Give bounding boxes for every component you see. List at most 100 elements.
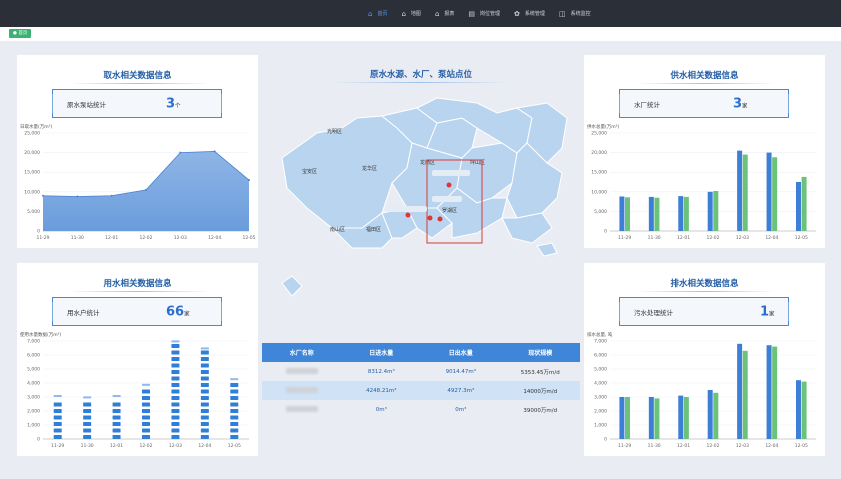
bar[interactable] — [683, 397, 689, 439]
district-map[interactable]: 光明区 宝安区 龙华区 龙岗区 坪山区 南山区 福田区 罗湖区 — [262, 88, 580, 338]
bar-segment — [171, 428, 180, 433]
bar-segment — [200, 415, 209, 420]
table-row[interactable]: 8312.4m³ 9014.47m³ 5353.45万m/d — [262, 362, 580, 381]
nav-item-report[interactable]: ⌂ 报表 — [435, 10, 454, 18]
nav-item-post[interactable]: ▤ 岗位管理 — [468, 10, 500, 18]
x-tick-label: 11-29 — [618, 235, 631, 241]
bar-segment — [83, 402, 92, 407]
bar[interactable] — [766, 345, 772, 439]
drain-title: 排水相关数据信息 — [670, 279, 739, 289]
bar[interactable] — [619, 196, 625, 231]
bar-segment — [230, 389, 239, 394]
bar-cap[interactable] — [230, 378, 239, 381]
bar[interactable] — [707, 390, 713, 439]
bar[interactable] — [678, 196, 684, 231]
bar-cap[interactable] — [112, 395, 121, 397]
tab-bar: ● 首页 — [0, 27, 841, 41]
drain-stat-box: 污水处理统计 1家 — [619, 297, 789, 326]
map-title: 原水水源、水厂、泵站点位 — [369, 70, 472, 80]
district-label: 福田区 — [366, 226, 381, 233]
table-row[interactable]: 0m³ 0m³ 39000万m/d — [262, 400, 580, 419]
bar[interactable] — [737, 150, 743, 231]
bar-cap[interactable] — [171, 340, 180, 343]
data-point[interactable] — [179, 151, 182, 154]
bar[interactable] — [737, 343, 743, 439]
nav-item-home[interactable]: ⌂ 首页 — [368, 10, 387, 18]
bar[interactable] — [801, 176, 807, 231]
x-tick-label: 12-03 — [174, 235, 187, 241]
bar[interactable] — [654, 398, 660, 439]
intake-chart: 0 5,000 10,000 15,000 20,000 25,000 11-29 11-30… — [24, 131, 255, 242]
y-tick-label: 15,000 — [24, 170, 40, 176]
tab-home[interactable]: ● 首页 — [9, 29, 32, 38]
site-marker[interactable] — [405, 212, 411, 218]
plant-name — [262, 367, 342, 376]
bar-segment — [142, 428, 150, 433]
bar-segment — [200, 357, 209, 361]
bar[interactable] — [801, 381, 807, 439]
bar[interactable] — [654, 197, 660, 231]
bar[interactable] — [742, 350, 748, 439]
bar[interactable] — [772, 346, 778, 439]
map-icon: ⌂ — [401, 9, 406, 18]
bar[interactable] — [625, 397, 631, 439]
bar[interactable] — [795, 380, 801, 439]
map-district-coast[interactable] — [501, 212, 553, 244]
site-marker[interactable] — [427, 215, 433, 221]
bar[interactable] — [766, 152, 772, 231]
bar-cap[interactable] — [83, 396, 92, 399]
data-point[interactable] — [145, 188, 147, 191]
table-row[interactable]: 4248.21m³ 4927.3m³ 14000万m/d — [262, 381, 580, 400]
data-point[interactable] — [248, 179, 250, 182]
x-tick-label: 12-02 — [139, 235, 152, 241]
bar-cap[interactable] — [142, 383, 150, 386]
bar-segment — [200, 389, 209, 394]
y-tick-label: 4,000 — [594, 381, 607, 387]
bar-segment — [230, 415, 239, 420]
bar-segment — [142, 402, 150, 407]
data-point[interactable] — [76, 195, 79, 198]
x-tick-label: 12-03 — [736, 443, 749, 449]
scale-cell: 39000万m/d — [523, 407, 558, 414]
nav-item-system[interactable]: ✿ 系统管理 — [514, 10, 545, 18]
redacted-name — [285, 386, 318, 393]
bar[interactable] — [713, 191, 719, 231]
main-nav: ⌂ 首页 ⌂ 地图 ⌂ 报表 ▤ 岗位管理 ✿ 系统管理 ◫ 系统监控 — [368, 0, 605, 27]
data-point[interactable] — [110, 194, 113, 197]
bar[interactable] — [795, 182, 801, 231]
map-island — [536, 242, 558, 257]
x-tick-label: 12-04 — [208, 235, 221, 241]
bar[interactable] — [678, 395, 684, 439]
drain-stat-value: 1家 — [760, 304, 775, 319]
bar[interactable] — [742, 154, 748, 231]
bar-segment — [53, 409, 62, 413]
data-point[interactable] — [213, 150, 216, 153]
site-marker[interactable] — [437, 216, 443, 222]
site-marker[interactable] — [446, 182, 452, 188]
bar-cap[interactable] — [53, 395, 62, 397]
y-tick-label: 3,000 — [594, 395, 607, 401]
bar-segment — [112, 435, 121, 439]
bar[interactable] — [772, 157, 778, 231]
nav-item-map[interactable]: ⌂ 地图 — [401, 10, 420, 18]
y-tick-label: 0 — [604, 229, 607, 235]
bar[interactable] — [713, 392, 719, 439]
bar[interactable] — [619, 397, 625, 439]
bar[interactable] — [625, 197, 631, 231]
bar[interactable] — [683, 196, 689, 231]
bar[interactable] — [707, 191, 713, 231]
bar-segment — [200, 428, 209, 433]
redacted-name — [285, 405, 318, 412]
y-tick-label: 5,000 — [27, 209, 40, 215]
district-label: 龙华区 — [362, 165, 377, 172]
data-point[interactable] — [42, 194, 44, 197]
bar[interactable] — [648, 196, 654, 231]
nav-item-monitor[interactable]: ◫ 系统监控 — [559, 10, 591, 18]
y-tick-label: 0 — [37, 437, 40, 443]
x-tick-label: 11-30 — [648, 235, 661, 241]
bar[interactable] — [648, 397, 654, 439]
x-tick-label: 12-02 — [706, 235, 719, 241]
bar-segment — [171, 363, 180, 368]
bar-cap[interactable] — [200, 347, 209, 350]
bar-segment — [112, 422, 121, 426]
